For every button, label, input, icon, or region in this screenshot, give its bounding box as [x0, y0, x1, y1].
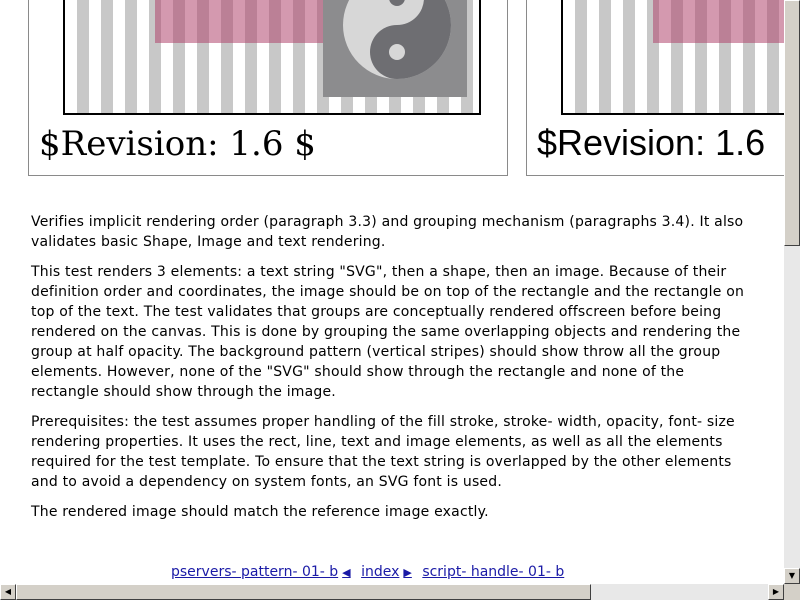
- prev-test-link[interactable]: pservers- pattern- 01- b: [171, 564, 338, 580]
- scroll-right-button[interactable]: ▶: [768, 584, 784, 600]
- test-canvas: [561, 0, 784, 115]
- index-link[interactable]: index: [361, 564, 399, 580]
- rendered-image-panel: $Revision: 1.6: [526, 0, 784, 176]
- description-paragraph: Prerequisites: the test assumes proper h…: [31, 414, 735, 490]
- yin-yang-icon: [343, 0, 451, 79]
- reference-image-panel: $Revision: 1.6 $: [28, 0, 508, 176]
- vertical-scroll-thumb[interactable]: [784, 0, 800, 246]
- horizontal-scrollbar[interactable]: ◀ ▶: [0, 584, 784, 600]
- revision-label: $Revision: 1.6: [537, 122, 766, 163]
- vertical-scrollbar[interactable]: ▼: [784, 0, 800, 584]
- scroll-down-button[interactable]: ▼: [784, 568, 800, 584]
- scrollbar-corner: [784, 584, 800, 600]
- description-paragraph: This test renders 3 elements: a text str…: [31, 264, 745, 400]
- horizontal-scroll-thumb[interactable]: [16, 584, 591, 600]
- description-paragraph: The rendered image should match the refe…: [31, 504, 489, 520]
- scroll-left-button[interactable]: ◀: [0, 584, 16, 600]
- test-canvas: [63, 0, 481, 115]
- page-content: $Revision: 1.6 $ $Revision: 1.6 Verifies…: [0, 0, 784, 584]
- arrow-right-icon[interactable]: ▶: [399, 566, 417, 579]
- overlap-rectangle: [653, 0, 784, 43]
- test-navigation: pservers- pattern- 01- b ◀ index ▶ script-…: [171, 563, 564, 582]
- description-paragraph: Verifies implicit rendering order (parag…: [31, 214, 744, 250]
- arrow-left-icon[interactable]: ◀: [338, 566, 356, 579]
- next-test-link[interactable]: script- handle- 01- b: [422, 564, 564, 580]
- test-description: Verifies implicit rendering order (parag…: [31, 212, 751, 532]
- test-image: [323, 0, 467, 97]
- revision-label: $Revision: 1.6 $: [39, 124, 316, 164]
